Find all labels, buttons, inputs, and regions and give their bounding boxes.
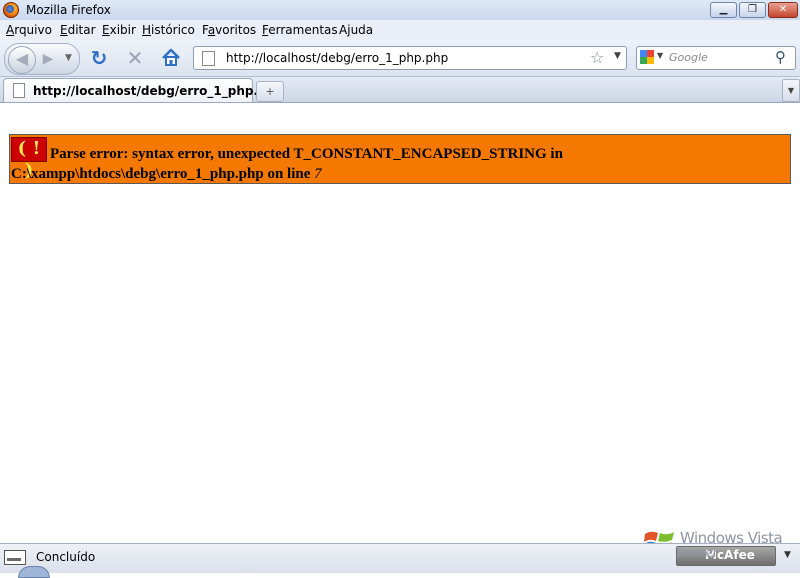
error-message: Parse error: syntax error, unexpected T_…: [11, 144, 781, 184]
minimize-button[interactable]: ▁: [710, 2, 737, 18]
tab-label: http://localhost/debg/erro_1_php.php: [33, 84, 284, 98]
menu-arquivo[interactable]: Arquivo: [6, 23, 52, 37]
menu-bar: Arquivo Editar Exibir Histórico Favorito…: [0, 20, 800, 40]
home-button[interactable]: [160, 47, 182, 69]
page-icon: [202, 51, 215, 66]
vista-starter-label: Starter: [676, 546, 718, 560]
title-bar: Mozilla Firefox ▁ ❐ ✕: [0, 0, 800, 21]
error-line-number: 7: [314, 166, 322, 182]
menu-favoritos[interactable]: Favoritos: [202, 23, 256, 37]
tab-list-button[interactable]: ▼: [782, 79, 800, 102]
start-orb-icon[interactable]: [18, 566, 50, 578]
maximize-button[interactable]: ❐: [739, 2, 766, 18]
search-input[interactable]: [669, 49, 769, 65]
forward-button[interactable]: ▶: [39, 50, 57, 68]
tab-strip: http://localhost/debg/erro_1_php.php + ▼: [0, 77, 800, 103]
menu-editar[interactable]: Editar: [60, 23, 96, 37]
history-dropdown-icon[interactable]: ▼: [65, 53, 72, 63]
stop-button[interactable]: ✕: [124, 47, 146, 69]
close-button[interactable]: ✕: [768, 2, 798, 18]
error-message-text: Parse error: syntax error, unexpected T_…: [11, 146, 563, 182]
google-engine-icon[interactable]: [640, 50, 654, 64]
reload-button[interactable]: ↻: [88, 47, 110, 69]
status-panel-icon: [4, 550, 26, 565]
search-bar: ▼ ⚲: [636, 46, 796, 70]
back-forward-group: ◀ ▶ ▼: [4, 43, 80, 75]
firefox-logo-icon: [3, 2, 19, 18]
bookmark-star-icon[interactable]: ☆: [590, 48, 604, 67]
new-tab-button[interactable]: +: [256, 81, 284, 102]
back-button[interactable]: ◀: [8, 46, 36, 74]
engine-dropdown-icon[interactable]: ▼: [657, 51, 663, 60]
status-dropdown-icon[interactable]: ▼: [784, 550, 791, 560]
window-title: Mozilla Firefox: [26, 3, 111, 17]
menu-historico[interactable]: Histórico: [142, 23, 195, 37]
home-icon: [162, 48, 180, 66]
menu-exibir[interactable]: Exibir: [102, 23, 136, 37]
status-text: Concluído: [36, 550, 96, 564]
php-error-box: ( ! ) Parse error: syntax error, unexpec…: [9, 134, 791, 184]
search-icon[interactable]: ⚲: [775, 48, 786, 66]
url-bar[interactable]: http://localhost/debg/erro_1_php.php ☆ ▼: [193, 46, 627, 70]
url-text[interactable]: http://localhost/debg/erro_1_php.php: [226, 51, 448, 65]
menu-ferramentas[interactable]: Ferramentas: [262, 23, 338, 37]
navigation-toolbar: ◀ ▶ ▼ ↻ ✕ http://localhost/debg/erro_1_p…: [0, 40, 800, 77]
tab-active[interactable]: http://localhost/debg/erro_1_php.php: [3, 78, 284, 102]
url-dropdown-icon[interactable]: ▼: [614, 51, 621, 61]
menu-ajuda[interactable]: Ajuda: [339, 23, 373, 37]
page-icon: [13, 83, 25, 98]
